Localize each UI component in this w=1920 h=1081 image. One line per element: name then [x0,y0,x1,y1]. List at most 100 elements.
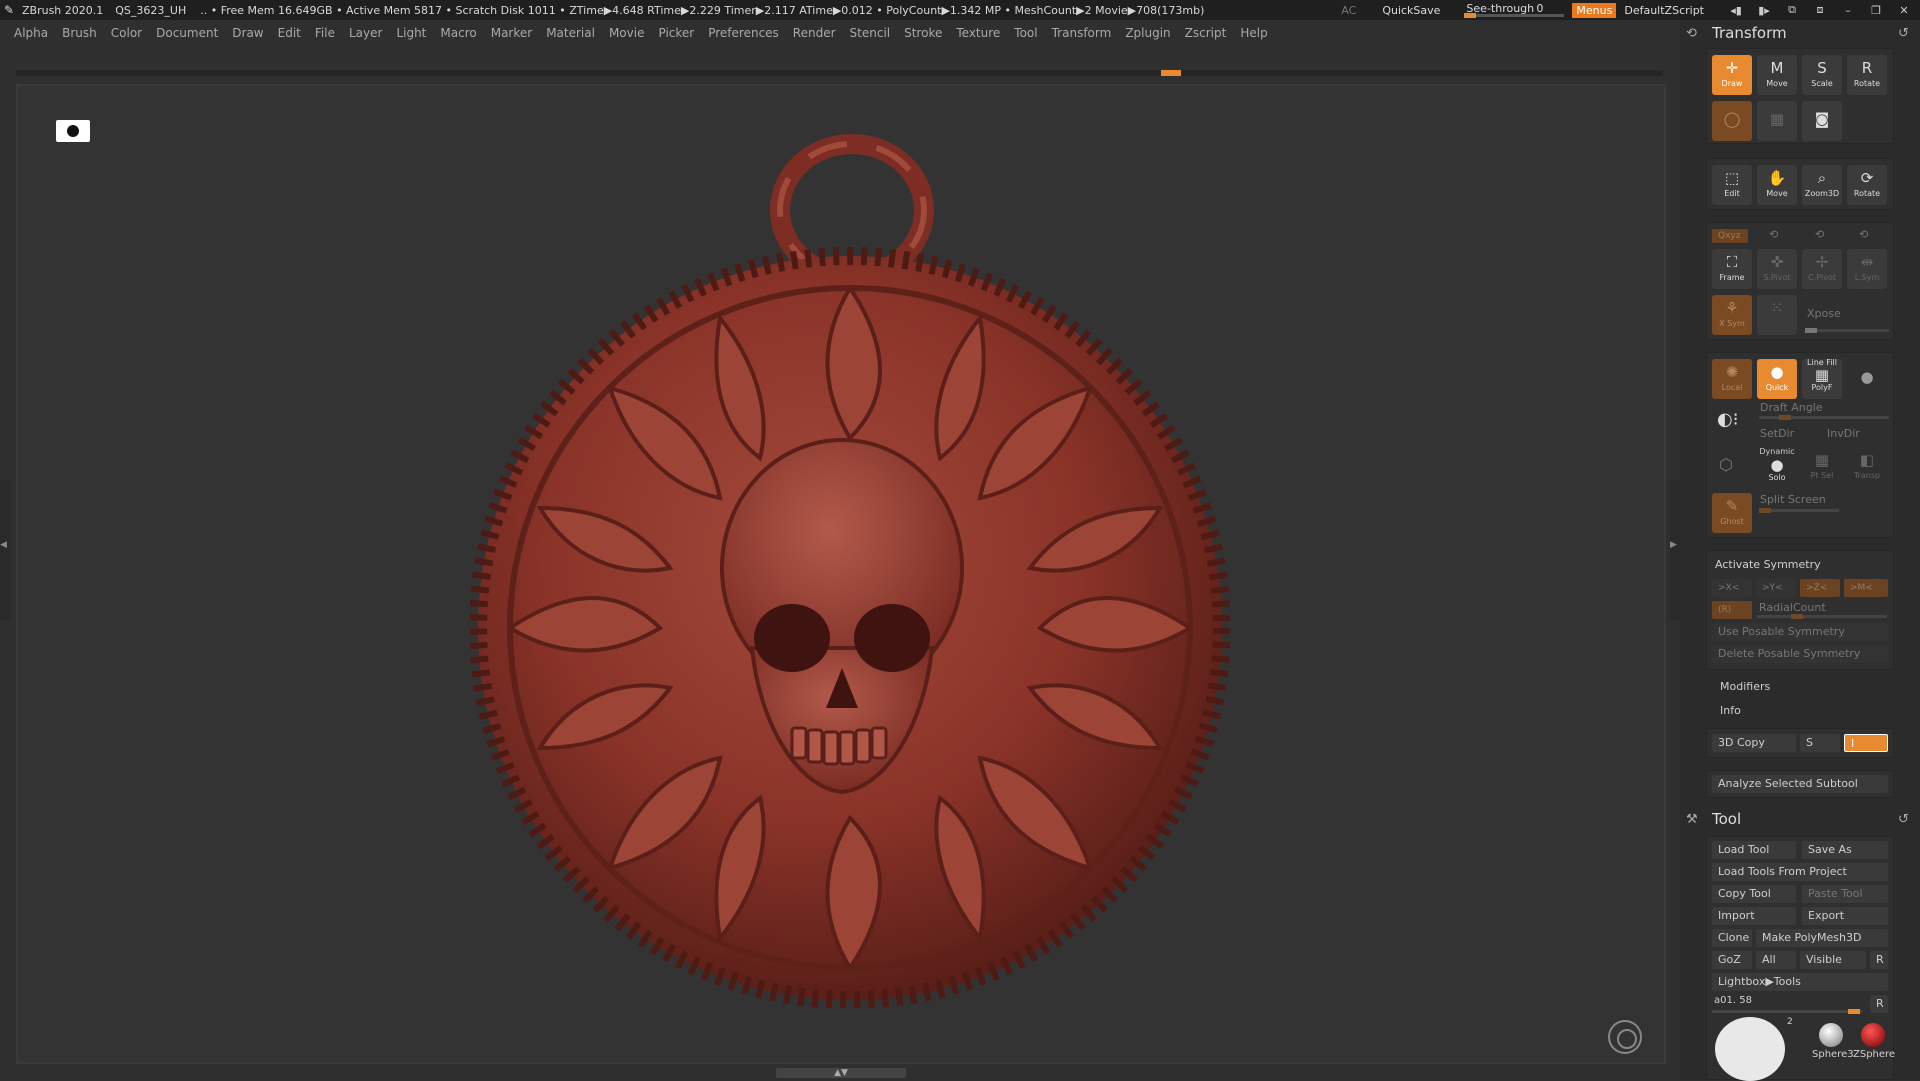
tool-thumbnail-pendant[interactable] [1715,1017,1785,1081]
restore-icon[interactable]: ❐ [1866,4,1886,17]
draft-angle-label[interactable]: Draft Angle [1760,401,1823,414]
make-polymesh3d-button[interactable]: Make PolyMesh3D [1756,929,1888,947]
load-tools-from-project-button[interactable]: Load Tools From Project [1712,863,1888,881]
see-through-knob[interactable] [1464,13,1477,18]
menu-material[interactable]: Material [546,26,595,40]
cube-icon[interactable]: ⬡ [1719,455,1733,474]
layout-icon[interactable]: ◂▮ [1726,4,1746,17]
split-screen-slider[interactable] [1759,508,1839,513]
zoom3d-button[interactable]: ⌕ Zoom3D [1802,165,1842,205]
menu-render[interactable]: Render [793,26,836,40]
interface-icon[interactable]: ⧉ [1782,3,1802,17]
tool-reset-icon[interactable]: ↺ [1898,812,1909,827]
xyz-button[interactable]: Qxyz [1712,229,1748,243]
goz-r-button[interactable]: R [1870,951,1888,969]
left-tray-toggle[interactable] [0,480,10,620]
menu-tool[interactable]: Tool [1014,26,1037,40]
menu-preferences[interactable]: Preferences [708,26,779,40]
radial-count-knob[interactable] [1791,614,1803,619]
menu-stencil[interactable]: Stencil [850,26,891,40]
menu-zplugin[interactable]: Zplugin [1125,26,1170,40]
gizmo-button[interactable]: ◯ [1712,101,1752,141]
local-button[interactable]: ✺ Local [1712,359,1752,399]
menu-brush[interactable]: Brush [62,26,97,40]
menu-light[interactable]: Light [396,26,426,40]
export-button[interactable]: Export [1802,907,1888,925]
goz-all-button[interactable]: All [1756,951,1796,969]
snapshot-button[interactable]: ◙ [1802,101,1842,141]
copy3d-button[interactable]: 3D Copy [1712,734,1796,752]
xpose-slider[interactable] [1805,328,1889,333]
menu-layer[interactable]: Layer [349,26,382,40]
menu-macro[interactable]: Macro [440,26,476,40]
camera-icon[interactable] [56,120,90,142]
transp-button[interactable]: ◧ Transp [1847,447,1887,487]
menu-marker[interactable]: Marker [491,26,532,40]
menu-help[interactable]: Help [1240,26,1267,40]
setdir-button[interactable]: SetDir [1760,427,1794,440]
y-rotate-icon[interactable]: ⟲ [1769,228,1778,241]
navigation-gizmo-icon[interactable] [1608,1020,1642,1054]
right-tray-toggle[interactable] [1670,480,1680,620]
sym-m-button[interactable]: >M< [1844,579,1888,597]
skull-pendant-model[interactable] [469,128,1231,1009]
menu-transform[interactable]: Transform [1052,26,1112,40]
layout-icon-2[interactable]: ▮▸ [1754,4,1774,17]
paste-tool-button[interactable]: Paste Tool [1802,885,1888,903]
tool-slider-knob[interactable] [1848,1009,1860,1014]
transp-sphere-button[interactable]: ● [1847,359,1887,399]
spivot-button[interactable]: ✜ S.Pivot [1757,249,1797,289]
modifiers-header[interactable]: Modifiers [1720,680,1770,693]
ptsel-button[interactable]: ▦ Pt Sel [1802,447,1842,487]
radial-r-button[interactable]: (R) [1712,601,1752,619]
transform-header[interactable]: ⟲ Transform ↺ [1686,22,1909,44]
xpose-slider-knob[interactable] [1805,328,1817,333]
import-button[interactable]: Import [1712,907,1796,925]
edit-button[interactable]: ⬚ Edit [1712,165,1752,205]
sym-y-button[interactable]: >Y< [1756,579,1796,597]
contrast-icon[interactable]: ◐⁝ [1717,409,1738,430]
radial-count-slider[interactable] [1757,614,1887,619]
menu-draw[interactable]: Draw [232,26,263,40]
sym-z-button[interactable]: >Z< [1800,579,1840,597]
menu-alpha[interactable]: Alpha [14,26,48,40]
x-rotate-icon[interactable]: ⟲ [1859,228,1868,241]
menus-toggle-button[interactable]: Menus [1572,2,1617,18]
use-posable-symmetry-button[interactable]: Use Posable Symmetry [1712,623,1888,641]
copy-tool-button[interactable]: Copy Tool [1712,885,1796,903]
interface-icon-2[interactable]: ⧈ [1810,3,1830,17]
menu-texture[interactable]: Texture [956,26,1000,40]
menu-picker[interactable]: Picker [658,26,694,40]
load-tool-button[interactable]: Load Tool [1712,841,1796,859]
sym-x-button[interactable]: >X< [1712,579,1752,597]
copy3d-s-button[interactable]: S [1800,734,1840,752]
analyze-selected-subtool-button[interactable]: Analyze Selected Subtool [1712,775,1888,793]
ac-label[interactable]: AC [1341,4,1356,17]
lsym-button[interactable]: ⇹ L.Sym [1847,249,1887,289]
draw-button[interactable]: ✛ Draw [1712,55,1752,95]
clone-button[interactable]: Clone [1712,929,1752,947]
goz-button[interactable]: GoZ [1712,951,1752,969]
menu-document[interactable]: Document [156,26,218,40]
tool-header[interactable]: ⚒ Tool ↺ [1686,808,1909,830]
save-as-button[interactable]: Save As [1802,841,1888,859]
menu-color[interactable]: Color [111,26,142,40]
close-icon[interactable]: ✕ [1894,4,1914,17]
move-button[interactable]: M Move [1757,55,1797,95]
edit-topology-button[interactable]: ▦ [1757,101,1797,141]
default-zscript-button[interactable]: DefaultZScript [1624,4,1704,17]
menu-stroke[interactable]: Stroke [904,26,942,40]
delete-posable-symmetry-button[interactable]: Delete Posable Symmetry [1712,645,1888,663]
lightbox-tools-button[interactable]: Lightbox▶Tools [1712,973,1888,991]
quicksave-button[interactable]: QuickSave [1382,4,1440,17]
bottom-tray-toggle[interactable]: ▲▼ [776,1068,906,1078]
move-view-button[interactable]: ✋ Move [1757,165,1797,205]
goz-visible-button[interactable]: Visible [1800,951,1866,969]
sphere3-thumbnail-icon[interactable] [1819,1023,1843,1047]
menu-file[interactable]: File [315,26,335,40]
rotate-view-button[interactable]: ⟳ Rotate [1847,165,1887,205]
copy3d-i-button[interactable]: I [1844,734,1888,752]
z-rotate-icon[interactable]: ⟲ [1815,228,1824,241]
draft-angle-slider[interactable] [1759,415,1889,420]
xpos-button[interactable]: ⁙ [1757,295,1797,335]
